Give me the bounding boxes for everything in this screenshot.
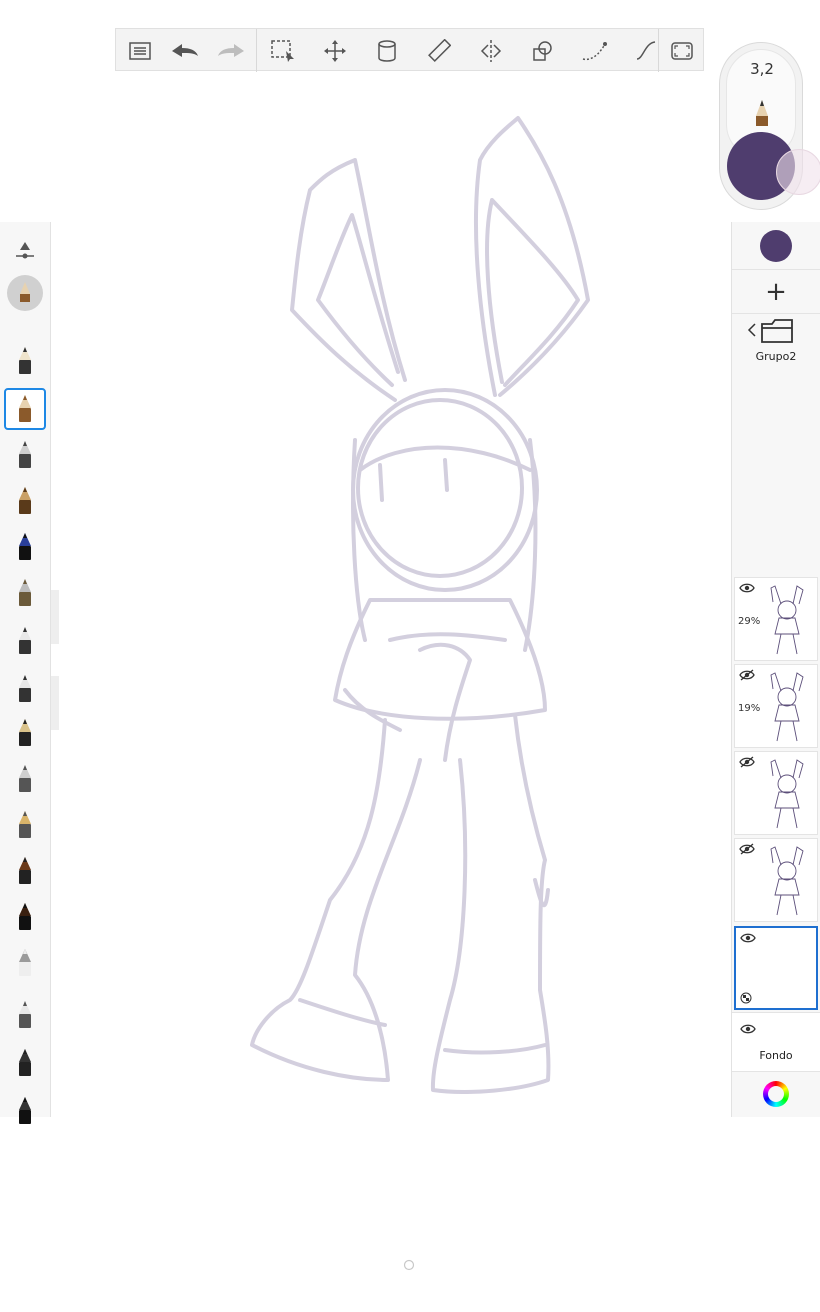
transform-icon[interactable] bbox=[313, 29, 357, 72]
undo-icon[interactable] bbox=[163, 29, 207, 72]
nib-pen-icon bbox=[19, 811, 31, 838]
brush-puck[interactable]: 3,2 bbox=[719, 42, 820, 210]
brush-paintbrush-thin[interactable] bbox=[4, 572, 46, 614]
layer-opacity: 29% bbox=[738, 616, 761, 627]
selection-icon[interactable] bbox=[261, 29, 305, 72]
sketch-left-ear bbox=[290, 158, 407, 402]
eye-icon[interactable] bbox=[740, 932, 756, 944]
ink-brush-icon bbox=[19, 903, 31, 930]
eye-icon[interactable] bbox=[739, 582, 755, 594]
brush-bar-handle[interactable] bbox=[51, 590, 59, 644]
eye-icon[interactable] bbox=[740, 1023, 756, 1035]
layer-thumbnail bbox=[770, 759, 804, 829]
paintbrush-thin-icon bbox=[19, 579, 31, 606]
layer-color-row[interactable] bbox=[732, 222, 820, 270]
brush-blue-pen[interactable] bbox=[4, 526, 46, 568]
airbrush-icon bbox=[7, 275, 43, 311]
marker-icon bbox=[19, 627, 31, 654]
pencil-icon bbox=[756, 100, 768, 126]
fullscreen-icon[interactable] bbox=[660, 29, 704, 72]
stroke-curve-icon[interactable] bbox=[573, 29, 617, 72]
layer-thumbnail bbox=[770, 672, 804, 742]
sketch-left-leg bbox=[250, 718, 422, 1082]
layer-item[interactable] bbox=[734, 751, 818, 835]
eraser-block-icon bbox=[19, 1097, 31, 1124]
background-layer-label: Fondo bbox=[759, 1049, 793, 1062]
redo-icon[interactable] bbox=[209, 29, 253, 72]
pencil-light-icon bbox=[19, 347, 31, 374]
layer-color-swatch[interactable] bbox=[760, 230, 792, 262]
eye-off-icon[interactable] bbox=[739, 669, 755, 681]
blue-pen-icon bbox=[19, 533, 31, 560]
eraser-icon bbox=[19, 1049, 31, 1076]
brush-technical-pen[interactable] bbox=[4, 758, 46, 800]
brush-pencil[interactable] bbox=[4, 388, 46, 430]
folder-icon bbox=[761, 319, 793, 343]
brush-eraser[interactable] bbox=[4, 1042, 46, 1084]
brush-size-value: 3,2 bbox=[750, 60, 774, 78]
brush-ink-bottle[interactable] bbox=[4, 712, 46, 754]
top-toolbar bbox=[115, 28, 704, 72]
eye-off-icon[interactable] bbox=[739, 756, 755, 768]
technical-pen-icon bbox=[19, 765, 31, 792]
sketch-right-leg bbox=[430, 713, 551, 1094]
pencil-icon bbox=[19, 395, 31, 422]
layer-item[interactable] bbox=[734, 926, 818, 1010]
background-layer[interactable]: Fondo bbox=[732, 1012, 820, 1072]
sketch-right-ear bbox=[474, 116, 590, 397]
brush-marker[interactable] bbox=[4, 620, 46, 662]
canvas-sketch[interactable] bbox=[0, 0, 820, 1312]
chevron-left-icon[interactable] bbox=[746, 322, 758, 338]
color-puck-ghost bbox=[776, 149, 820, 195]
group-name: Grupo2 bbox=[755, 350, 797, 363]
layer-item[interactable] bbox=[734, 838, 818, 922]
color-wheel-row[interactable] bbox=[732, 1072, 820, 1116]
brush-ink-brush[interactable] bbox=[4, 896, 46, 938]
brush-paint-brush[interactable] bbox=[4, 850, 46, 892]
brush-library bbox=[0, 222, 51, 1124]
layers-list-icon[interactable] bbox=[118, 29, 162, 72]
layer-opacity: 19% bbox=[738, 703, 761, 714]
add-layer-button[interactable]: + bbox=[732, 270, 820, 314]
brush-airbrush[interactable] bbox=[4, 272, 46, 314]
loading-indicator-icon bbox=[403, 1259, 415, 1271]
shapes-icon[interactable] bbox=[521, 29, 565, 72]
brush-ballpoint[interactable] bbox=[4, 434, 46, 476]
marker-wide-icon bbox=[19, 1001, 31, 1028]
brush-brush-properties[interactable] bbox=[4, 230, 46, 272]
sketch-body bbox=[333, 598, 547, 721]
brush-eraser-block[interactable] bbox=[4, 1090, 46, 1132]
felt-tip-icon bbox=[19, 949, 31, 976]
layers-panel: + Grupo2 29% 19% Fondo bbox=[731, 222, 820, 1117]
marker-chisel-icon bbox=[19, 675, 31, 702]
layer-thumbnail bbox=[770, 585, 804, 655]
brush-felt-tip[interactable] bbox=[4, 942, 46, 984]
fill-icon[interactable] bbox=[365, 29, 409, 72]
brush-bar-handle-2[interactable] bbox=[51, 676, 59, 730]
color-wheel-icon[interactable] bbox=[763, 1081, 789, 1107]
layer-thumbnail bbox=[770, 846, 804, 916]
brush-properties-icon bbox=[16, 242, 34, 259]
layer-item[interactable]: 29% bbox=[734, 577, 818, 661]
ballpoint-icon bbox=[19, 441, 31, 468]
brush-pencil-light[interactable] bbox=[4, 340, 46, 382]
fountain-pen-icon bbox=[19, 487, 31, 514]
layer-item[interactable]: 19% bbox=[734, 664, 818, 748]
alpha-lock-icon[interactable] bbox=[740, 992, 752, 1004]
brush-marker-chisel[interactable] bbox=[4, 668, 46, 710]
symmetry-icon[interactable] bbox=[469, 29, 513, 72]
paint-brush-icon bbox=[19, 857, 31, 884]
brush-marker-wide[interactable] bbox=[4, 994, 46, 1036]
ink-bottle-icon bbox=[19, 719, 31, 746]
ruler-icon[interactable] bbox=[417, 29, 461, 72]
layer-group[interactable]: Grupo2 bbox=[732, 314, 820, 366]
brush-nib-pen[interactable] bbox=[4, 804, 46, 846]
brush-fountain-pen[interactable] bbox=[4, 480, 46, 522]
eye-off-icon[interactable] bbox=[739, 843, 755, 855]
